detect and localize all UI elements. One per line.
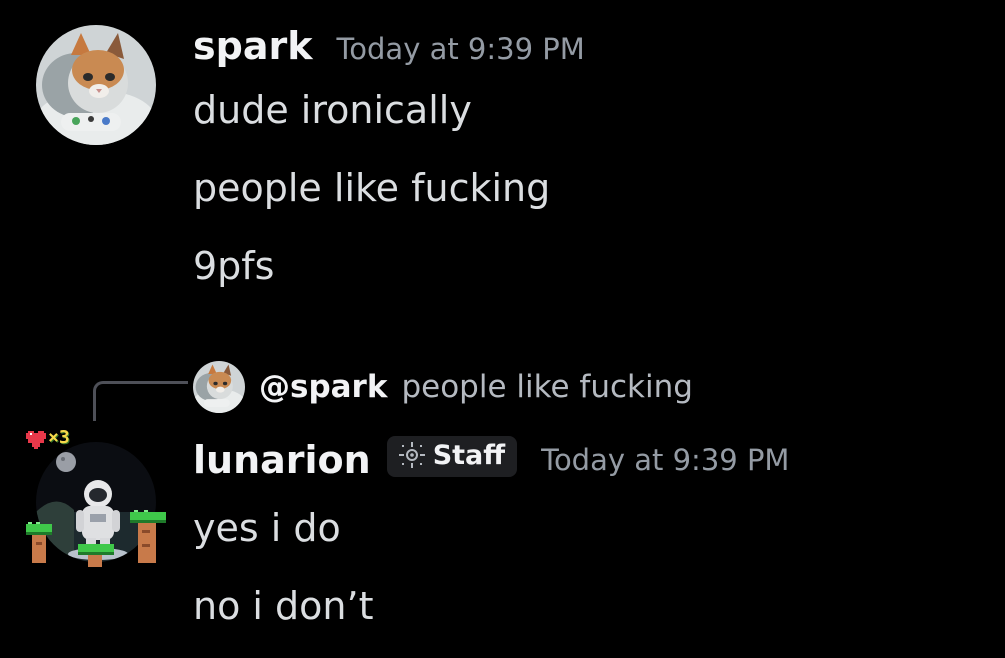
crosshair-icon bbox=[398, 442, 425, 468]
staff-tag[interactable]: Staff bbox=[386, 435, 518, 477]
message-line: dude ironically bbox=[193, 88, 472, 132]
staff-label: Staff bbox=[432, 439, 506, 471]
cat-avatar-small bbox=[193, 361, 245, 413]
timestamp[interactable]: Today at 9:39 PM bbox=[336, 32, 584, 66]
message-header: lunarion Staff Today at 9:39 PM bbox=[193, 435, 789, 482]
reply-mention[interactable]: @spark bbox=[259, 369, 387, 405]
message-line: people like fucking bbox=[193, 166, 551, 210]
message-line: no i don’t bbox=[193, 584, 374, 628]
heart-icon bbox=[26, 431, 46, 449]
lives-count: ×3 bbox=[48, 427, 70, 448]
username[interactable]: lunarion bbox=[193, 438, 371, 482]
username[interactable]: spark bbox=[193, 24, 312, 68]
message-header: spark Today at 9:39 PM bbox=[193, 24, 585, 68]
message-line: yes i do bbox=[193, 506, 341, 550]
reply-spine bbox=[93, 381, 188, 421]
reply-preview[interactable]: @spark people like fucking bbox=[193, 361, 693, 413]
reply-avatar bbox=[193, 361, 245, 413]
timestamp[interactable]: Today at 9:39 PM bbox=[541, 443, 789, 477]
cat-avatar bbox=[36, 25, 156, 145]
message-line: 9pfs bbox=[193, 244, 275, 288]
avatar-decoration-platforms bbox=[26, 510, 166, 570]
pixel-platform-icon bbox=[26, 510, 166, 567]
spark-avatar[interactable] bbox=[36, 25, 156, 145]
reply-text[interactable]: people like fucking bbox=[401, 369, 692, 405]
